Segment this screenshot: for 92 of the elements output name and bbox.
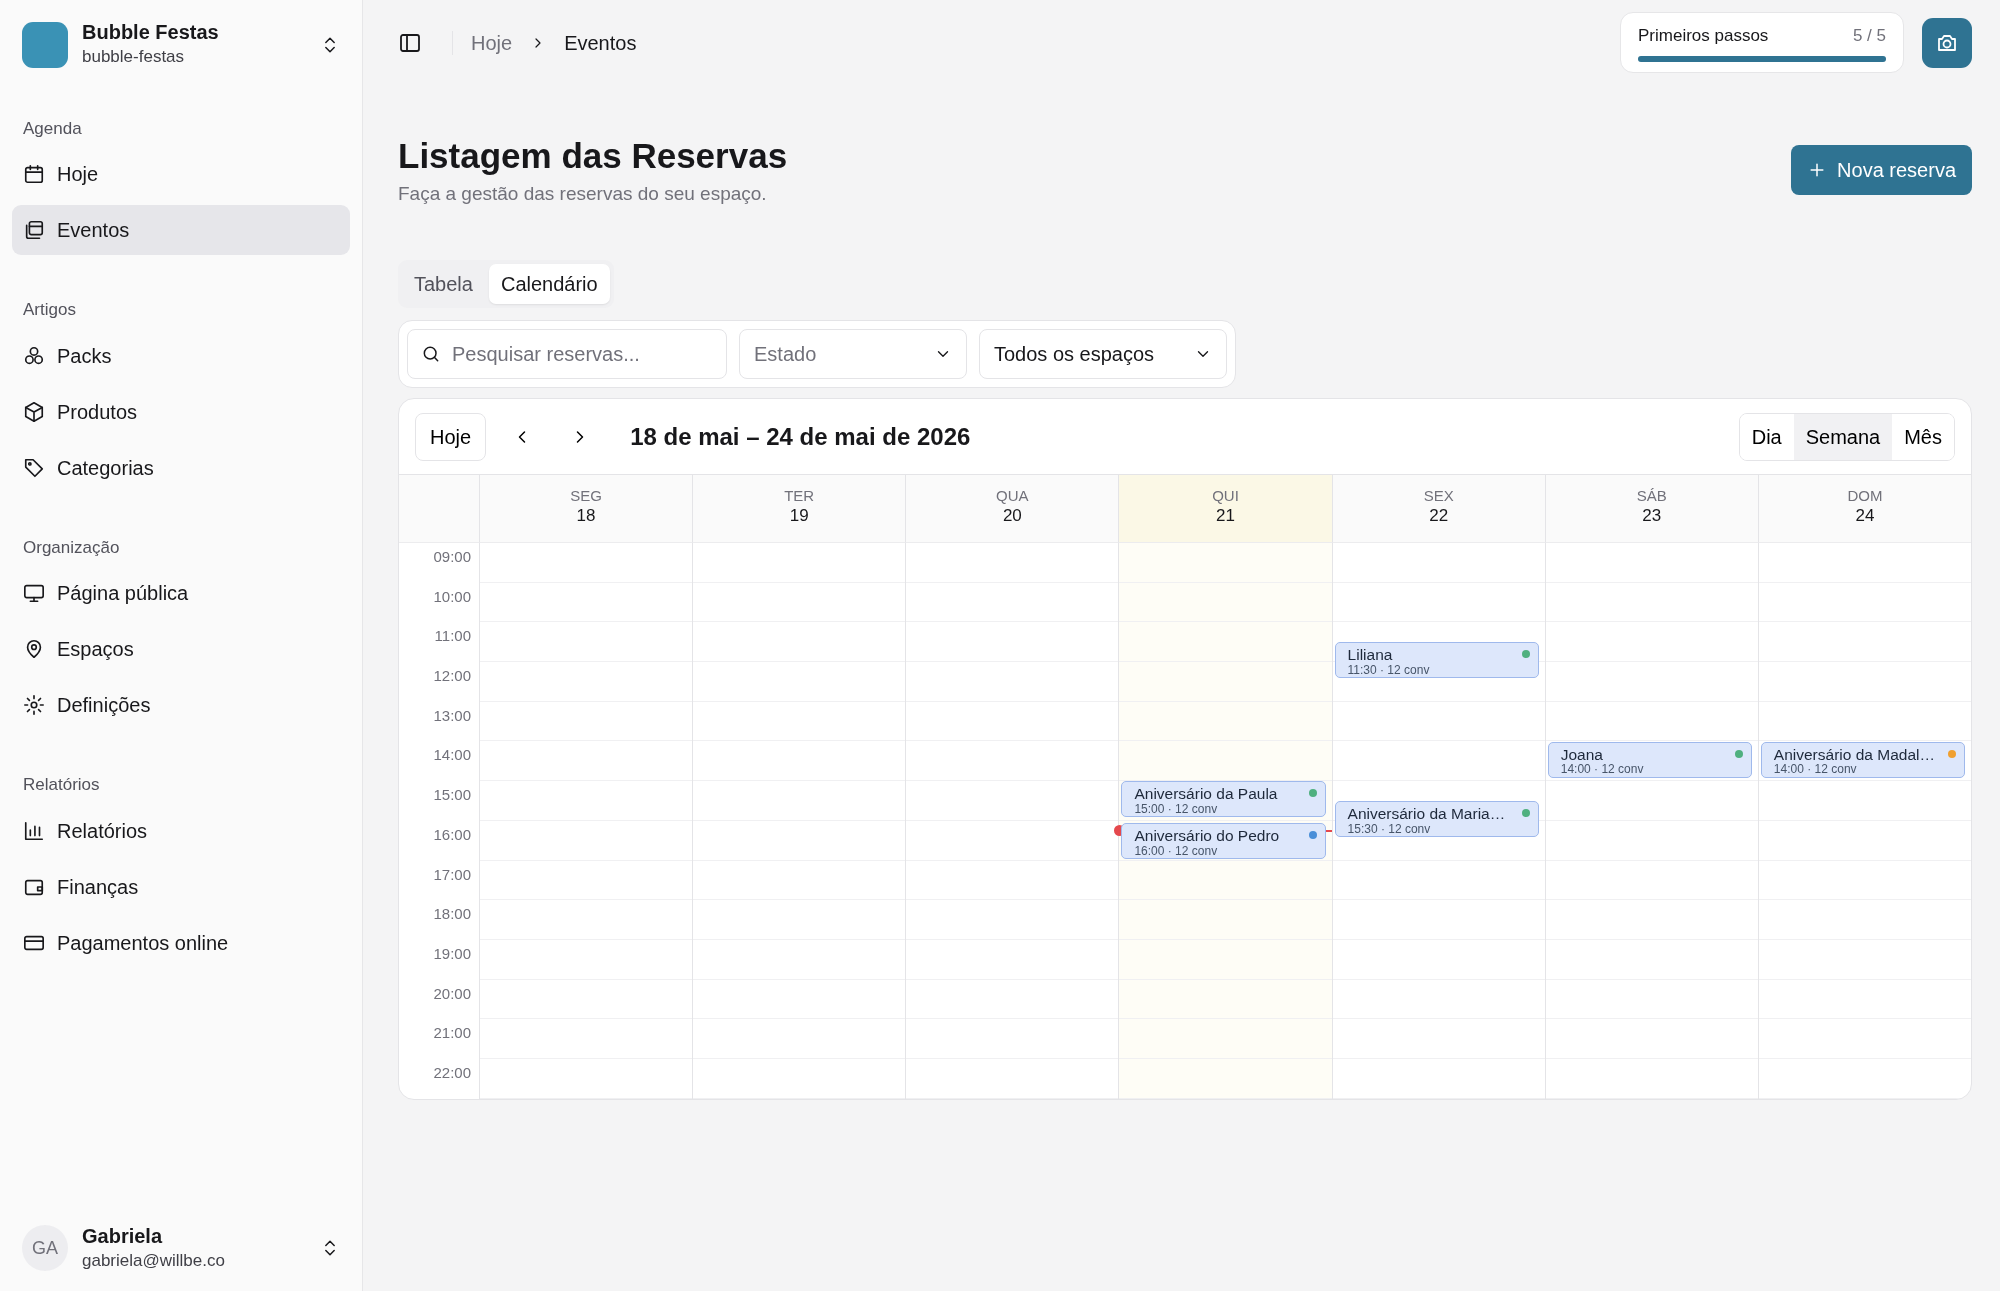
new-booking-button[interactable]: Nova reserva [1791,145,1972,195]
hour-label: 12:00 [433,667,471,685]
event-title: Aniversário da Paula [1134,785,1279,803]
section-label: Artigos [22,299,77,321]
user-email: gabriela@willbe.co [82,1249,225,1272]
breadcrumb-link[interactable]: Hoje [471,27,513,58]
today-button[interactable]: Hoje [415,412,487,461]
sidebar-item[interactable]: Pagamentos online [12,917,350,968]
boxes-icon [23,344,45,367]
event-title: Joana [1560,745,1604,764]
event-details: 14:00 · 12 conv [1560,763,1645,777]
hour-label: 21:00 [433,1024,471,1042]
onboarding-count: 5 / 5 [1852,24,1886,47]
settings-icon [23,694,45,716]
onboarding-label: Primeiros passos [1638,24,1769,47]
hour-label: 13:00 [433,706,471,724]
search-field[interactable]: Pesquisar reservas... [407,329,727,379]
event-card[interactable]: Joana 14:00 · 12 conv [1547,741,1752,778]
bar-chart-icon [23,819,45,842]
monitor-icon [23,582,45,604]
event-details: 11:30 · 12 conv [1347,664,1431,678]
date-range: 18 de mai – 24 de mai de 2026 [630,421,971,452]
hour-label: 11:00 [434,627,471,645]
day-number: 24 [1854,505,1876,527]
hour-label: 17:00 [433,865,471,883]
sidebar-item[interactable]: Eventos [12,205,350,255]
hour-label: 10:00 [433,587,471,605]
day-number: 18 [575,505,597,527]
hour-label: 19:00 [433,944,471,962]
sidebar-item[interactable]: Produtos [12,386,350,437]
event-title: Aniversário da Maria… [1347,805,1507,823]
sidebar-item[interactable]: Página pública [12,568,350,618]
box-icon [23,400,45,423]
section-label: Relatórios [22,774,101,796]
avatar: GA [22,1225,68,1272]
event-details: 15:00 · 12 conv [1134,803,1219,817]
event-card[interactable]: Aniversário da Madal… 14:00 · 12 conv [1760,741,1965,778]
weekday-label: TER [783,487,816,505]
hour-label: 15:00 [433,786,471,804]
page-subtitle: Faça a gestão das reservas do seu espaço. [398,181,768,206]
weekday-label: SEX [1422,487,1455,505]
day-number: 19 [788,505,810,527]
event-details: 16:00 · 12 conv [1134,844,1219,858]
day-number: 21 [1215,505,1236,527]
hour-label: 14:00 [433,746,471,764]
calendar-icon [23,163,45,185]
calendar-stack-icon [23,219,45,241]
event-card[interactable]: Aniversário da Maria… 15:30 · 12 conv [1334,801,1539,838]
search-icon [421,344,441,364]
weekday-label: SEG [569,487,603,505]
sidebar-item[interactable]: Categorias [12,442,350,493]
select-dropdown[interactable]: Todos os espaços [979,329,1227,379]
tag-icon [23,456,45,479]
event-title: Aniversário da Madal… [1773,745,1936,764]
hour-label: 22:00 [433,1063,471,1081]
day-number: 20 [1001,505,1023,527]
weekday-label: DOM [1846,487,1884,505]
onboarding-card[interactable]: Primeiros passos 5 / 5 [1620,11,1904,74]
workspace-slug: bubble-festas [82,46,186,68]
day-number: 22 [1428,505,1450,527]
view-toggle[interactable]: Semana [1793,413,1893,460]
sidebar-item[interactable]: Relatórios [12,805,350,856]
event-card[interactable]: Liliana 11:30 · 12 conv [1334,642,1539,679]
section-label: Agenda [22,117,83,140]
user-name: Gabriela [82,1223,164,1248]
sidebar-item[interactable]: Finanças [12,861,350,912]
event-title: Liliana [1347,646,1394,665]
sidebar-item[interactable]: Hoje [12,149,350,199]
sidebar-item[interactable]: Definições [12,680,350,730]
select-dropdown[interactable]: Estado [739,329,967,379]
weekday-label: QUA [995,487,1030,505]
tab[interactable]: Tabela [402,264,485,304]
page-title: Listagem das Reservas [398,137,788,176]
section-label: Organização [22,536,121,559]
workspace-logo [22,21,68,68]
weekday-label: QUI [1211,487,1240,505]
event-card[interactable]: Aniversário do Pedro 16:00 · 12 conv [1121,822,1326,859]
tab[interactable]: Calendário [488,264,610,304]
hour-label: 18:00 [433,905,471,923]
event-title: Aniversário do Pedro [1134,826,1281,845]
sidebar-item[interactable]: Espaços [12,624,350,674]
hour-label: 16:00 [433,825,471,843]
weekday-label: SÁB [1635,487,1668,505]
hour-label: 20:00 [433,984,471,1002]
camera-button[interactable] [1922,17,1972,68]
hour-label: 09:00 [433,548,471,565]
event-card[interactable]: Aniversário da Paula 15:00 · 12 conv [1121,781,1326,818]
event-details: 15:30 · 12 conv [1347,822,1432,837]
event-details: 14:00 · 12 conv [1773,763,1858,777]
workspace-name: Bubble Festas [82,20,219,44]
day-number: 23 [1641,505,1663,527]
sidebar-item[interactable]: Packs [12,330,350,381]
